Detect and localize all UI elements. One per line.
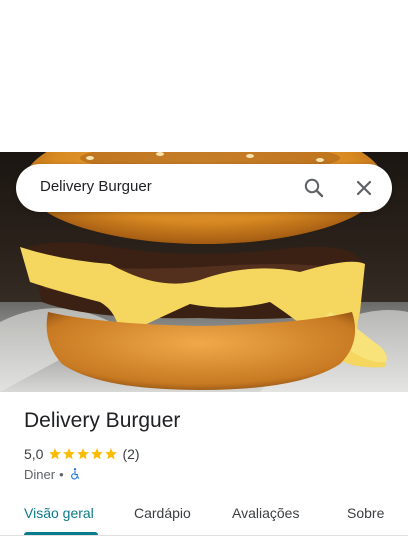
tabs-divider <box>0 535 408 536</box>
separator-dot: • <box>59 466 64 482</box>
star-icon <box>77 448 90 460</box>
star-rating <box>48 447 118 461</box>
tab-about[interactable]: Sobre <box>347 505 384 521</box>
place-category: Diner <box>24 466 56 482</box>
search-input[interactable]: Delivery Burguer <box>40 178 152 195</box>
star-icon <box>105 448 118 460</box>
rating-value: 5,0 <box>24 446 44 462</box>
tab-reviews[interactable]: Avaliações <box>232 505 299 521</box>
search-icon[interactable] <box>302 176 326 200</box>
review-count[interactable]: (2) <box>122 446 139 462</box>
wheelchair-accessible-icon <box>70 468 79 480</box>
close-icon[interactable] <box>352 176 376 200</box>
tab-overview[interactable]: Visão geral <box>24 505 94 521</box>
rating-row[interactable]: 5,0 (2) <box>24 445 140 463</box>
star-icon <box>63 448 76 460</box>
star-icon <box>49 448 62 460</box>
search-bar[interactable]: Delivery Burguer <box>16 164 392 212</box>
place-title: Delivery Burguer <box>24 409 181 432</box>
place-meta: Diner • <box>24 465 82 483</box>
tab-menu[interactable]: Cardápio <box>134 505 191 521</box>
star-icon <box>91 448 104 460</box>
blank-header-area <box>0 0 408 152</box>
tab-bar: Visão geral Cardápio Avaliações Sobre <box>0 494 408 536</box>
